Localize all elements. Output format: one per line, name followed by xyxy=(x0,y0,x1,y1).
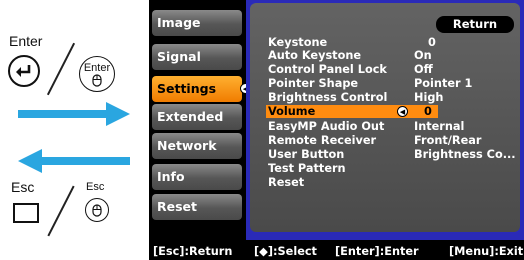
button-legend: Enter Enter Esc Esc xyxy=(0,0,140,260)
enter-key-icon xyxy=(8,55,40,87)
setting-row-easymp-audio-out[interactable]: EasyMP Audio Out Internal xyxy=(268,120,516,133)
setting-name: Reset xyxy=(268,176,305,189)
hint-enter: [Enter]:Enter xyxy=(335,245,419,258)
sidebar-item-label: Network xyxy=(157,138,217,153)
setting-value: 0 xyxy=(428,36,436,49)
setting-row-user-button[interactable]: User Button Brightness Co... xyxy=(268,148,516,161)
sidebar-item-label: Info xyxy=(157,169,185,184)
setting-name: Test Pattern xyxy=(268,162,346,175)
adjust-knob-icon: ◀ xyxy=(397,106,408,117)
sidebar-item-extended[interactable]: Extended xyxy=(152,104,242,130)
setting-row-remote-receiver[interactable]: Remote Receiver Front/Rear xyxy=(268,134,516,147)
hint-menu-exit: [Menu]:Exit xyxy=(449,245,524,258)
remote-esc-button-icon xyxy=(85,198,109,222)
setting-name: Brightness Control xyxy=(268,91,388,104)
setting-name: Control Panel Lock xyxy=(268,63,387,76)
setting-row-test-pattern[interactable]: Test Pattern xyxy=(268,162,516,175)
setting-row-brightness-control[interactable]: Brightness Control High xyxy=(268,91,516,104)
setting-value: On xyxy=(414,49,432,62)
arrow-right-icon xyxy=(18,102,130,126)
key-hint-bar: [Esc]:Return [◆]:Select [Enter]:Enter [M… xyxy=(149,244,524,260)
setting-row-control-panel-lock[interactable]: Control Panel Lock Off xyxy=(268,63,516,76)
setting-name: User Button xyxy=(268,148,345,161)
setting-value: 0 xyxy=(424,105,432,118)
divider-slash xyxy=(46,42,76,96)
sidebar-item-settings[interactable]: Settings ◀ xyxy=(152,76,251,102)
remote-enter-button-icon: Enter xyxy=(79,56,115,92)
setting-value: Pointer 1 xyxy=(414,77,473,90)
sidebar-item-signal[interactable]: Signal xyxy=(152,44,242,70)
setting-value: Brightness Co... xyxy=(414,148,516,161)
menu-sidebar: Image Signal Settings ◀ Extended Network… xyxy=(149,0,251,240)
setting-row-pointer-shape[interactable]: Pointer Shape Pointer 1 xyxy=(268,77,516,90)
setting-name: EasyMP Audio Out xyxy=(268,120,385,133)
return-button[interactable]: Return xyxy=(436,16,514,33)
sidebar-item-label: Extended xyxy=(157,109,224,124)
sidebar-item-network[interactable]: Network xyxy=(152,133,242,159)
setting-value: Off xyxy=(414,63,433,76)
setting-row-volume[interactable]: Volume ◀ 0 xyxy=(266,105,438,118)
sidebar-item-label: Image xyxy=(157,15,201,30)
mouse-icon xyxy=(92,203,102,217)
setting-name: Remote Receiver xyxy=(268,134,377,147)
setting-name: Keystone xyxy=(268,36,328,49)
hint-esc-return: [Esc]:Return xyxy=(153,245,233,258)
esc-key-icon xyxy=(13,203,39,223)
sidebar-item-info[interactable]: Info xyxy=(152,164,242,190)
sidebar-item-reset[interactable]: Reset xyxy=(152,194,242,220)
divider-slash xyxy=(47,185,75,237)
setting-row-reset[interactable]: Reset xyxy=(268,176,516,189)
setting-value: Front/Rear xyxy=(414,134,482,147)
setting-row-keystone[interactable]: Keystone 0 xyxy=(268,36,516,49)
setting-name: Pointer Shape xyxy=(268,77,359,90)
setting-name: Volume xyxy=(268,105,316,118)
setting-value: High xyxy=(414,91,444,104)
remote-enter-label: Enter xyxy=(83,62,111,74)
sidebar-item-label: Settings xyxy=(157,81,217,96)
mouse-icon xyxy=(92,74,102,87)
remote-esc-label: Esc xyxy=(86,181,105,193)
sidebar-item-image[interactable]: Image xyxy=(152,10,242,36)
enter-key-label: Enter xyxy=(9,33,43,49)
setting-name: Auto Keystone xyxy=(268,49,362,62)
setting-value: Internal xyxy=(414,120,465,133)
sidebar-item-label: Reset xyxy=(157,199,197,214)
esc-key-label: Esc xyxy=(11,179,35,195)
setting-row-auto-keystone[interactable]: Auto Keystone On xyxy=(268,49,516,62)
arrow-left-icon xyxy=(18,149,130,173)
sidebar-item-label: Signal xyxy=(157,49,201,64)
settings-panel: Return Keystone 0 Auto Keystone On Contr… xyxy=(250,3,520,232)
hint-select: [◆]:Select xyxy=(254,245,317,258)
